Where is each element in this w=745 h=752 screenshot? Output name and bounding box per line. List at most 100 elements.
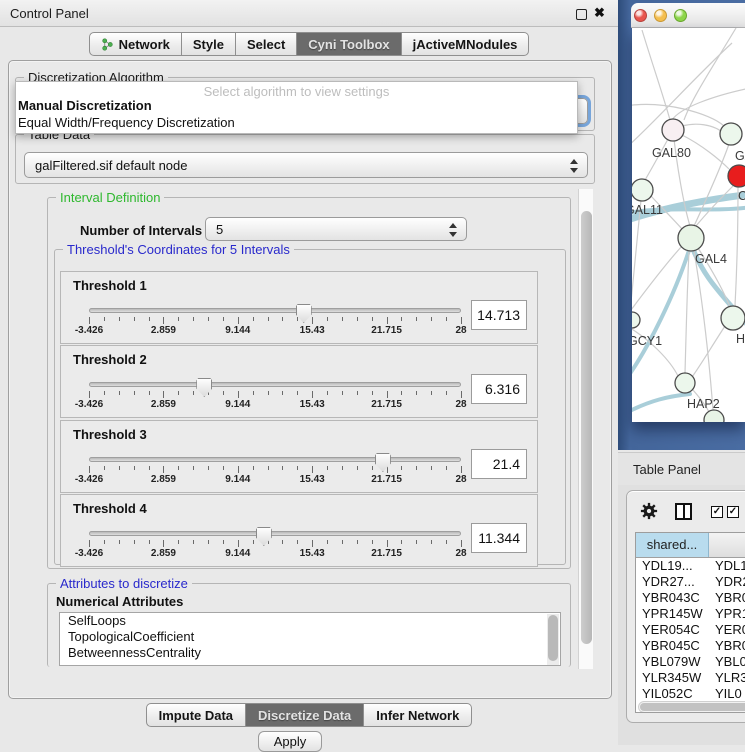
network-node-hap2[interactable] xyxy=(675,373,695,393)
network-node-gal11[interactable] xyxy=(632,179,653,201)
network-node-gal4[interactable] xyxy=(678,225,704,251)
slider-track[interactable] xyxy=(89,382,461,387)
list-item[interactable]: BetweennessCentrality xyxy=(60,645,560,661)
network-node-c[interactable] xyxy=(728,165,745,187)
tab-cyni-toolbox[interactable]: Cyni Toolbox xyxy=(297,32,401,56)
threshold-value-field[interactable]: 21.4 xyxy=(471,449,527,479)
tick-mark xyxy=(193,391,194,395)
network-node-ga[interactable] xyxy=(720,123,742,145)
tick-mark xyxy=(282,391,283,395)
table-row[interactable]: YIL052CYIL0 xyxy=(636,686,745,702)
network-edge[interactable] xyxy=(735,187,738,306)
tab-infer-network[interactable]: Infer Network xyxy=(364,703,472,727)
tick-mark xyxy=(342,540,343,544)
slider-track[interactable] xyxy=(89,457,461,462)
network-edge-thick[interactable] xyxy=(632,244,691,382)
network-edge[interactable] xyxy=(632,246,682,314)
node-label: HAP2 xyxy=(687,397,720,411)
table-row[interactable]: YBR043CYBR0 xyxy=(636,590,745,606)
attribute-items: SelfLoopsTopologicalCoefficientBetweenne… xyxy=(60,613,560,661)
scrollbar-thumb[interactable] xyxy=(548,615,558,661)
network-node[interactable] xyxy=(704,410,724,422)
network-node-gal80[interactable] xyxy=(662,119,684,141)
network-edge[interactable] xyxy=(685,251,689,373)
table-row[interactable]: YBR045CYBR0 xyxy=(636,638,745,654)
scrollbar-thumb[interactable] xyxy=(640,703,745,711)
table-horizontal-scrollbar[interactable] xyxy=(638,701,745,713)
tick-mark xyxy=(282,317,283,321)
threshold-label: Threshold 2 xyxy=(73,352,147,367)
apply-button[interactable]: Apply xyxy=(258,731,322,752)
table-row[interactable]: YER054CYER0 xyxy=(636,622,745,638)
threshold-slider[interactable]: -3.4262.8599.14415.4321.71528 xyxy=(89,453,461,489)
column-layout-icon[interactable] xyxy=(675,503,692,520)
column-header-shared-name[interactable]: shared... xyxy=(636,533,709,557)
network-edge[interactable] xyxy=(673,130,690,226)
tab-style[interactable]: Style xyxy=(182,32,236,56)
cell-shared-name: YDR27... xyxy=(636,574,709,590)
algorithm-option-equal-width-frequency-discretization[interactable]: Equal Width/Frequency Discretization xyxy=(18,115,235,130)
network-window-titlebar[interactable] xyxy=(631,3,745,28)
tick-mark xyxy=(431,540,432,544)
numerical-attributes-list[interactable]: SelfLoopsTopologicalCoefficientBetweenne… xyxy=(59,612,561,666)
attributes-list-scrollbar[interactable] xyxy=(547,614,559,666)
tick-mark xyxy=(149,391,150,395)
table-data-combobox[interactable]: galFiltered.sif default node xyxy=(24,152,588,178)
tab-network[interactable]: Network xyxy=(89,32,182,56)
threshold-slider[interactable]: -3.4262.8599.14415.4321.71528 xyxy=(89,378,461,414)
column-header-name[interactable]: na xyxy=(709,533,745,557)
network-edge[interactable] xyxy=(672,88,745,120)
checkbox-icon-2[interactable]: ✓ xyxy=(727,506,739,518)
threshold-slider[interactable]: -3.4262.8599.14415.4321.71528 xyxy=(89,527,461,563)
float-window-icon[interactable] xyxy=(576,9,587,20)
close-traffic-light[interactable] xyxy=(634,9,647,22)
table-data-value: galFiltered.sif default node xyxy=(35,158,187,173)
algorithm-option-manual-discretization[interactable]: Manual Discretization xyxy=(18,98,152,113)
tick-label: -3.426 xyxy=(75,399,103,410)
tab-jactivemnodules[interactable]: jActiveMNodules xyxy=(402,32,530,56)
threshold-value-field[interactable]: 11.344 xyxy=(471,523,527,553)
table-row[interactable]: YPR145WYPR1 xyxy=(636,606,745,622)
table-row[interactable]: YDR27...YDR2 xyxy=(636,574,745,590)
network-node-gcy1[interactable] xyxy=(632,312,640,328)
network-edge[interactable] xyxy=(692,326,725,377)
network-canvas[interactable]: GAL80GACGAL11GAL4GCY1HHAP2 xyxy=(632,28,745,422)
list-item[interactable]: SelfLoops xyxy=(60,613,560,629)
settings-vertical-scrollbar[interactable] xyxy=(578,189,593,669)
slider-track[interactable] xyxy=(89,531,461,536)
network-edge[interactable] xyxy=(642,30,670,120)
table-row[interactable]: YBL079WYBL0 xyxy=(636,654,745,670)
slider-track[interactable] xyxy=(89,308,461,313)
tick-mark xyxy=(297,391,298,395)
scrollbar-thumb[interactable] xyxy=(581,211,592,644)
list-item[interactable]: TopologicalCoefficient xyxy=(60,629,560,645)
gear-icon[interactable] xyxy=(640,502,658,520)
bottom-tab-bar: Impute DataDiscretize DataInfer Network xyxy=(0,703,618,727)
network-node-h[interactable] xyxy=(721,306,745,330)
tab-impute-data[interactable]: Impute Data xyxy=(146,703,246,727)
threshold-value-field[interactable]: 6.316 xyxy=(471,374,527,404)
tick-label: 21.715 xyxy=(371,399,402,410)
tick-label: 15.43 xyxy=(300,399,325,410)
tick-mark xyxy=(268,317,269,321)
threshold-value-field[interactable]: 14.713 xyxy=(471,300,527,330)
checkbox-icon-1[interactable]: ✓ xyxy=(711,506,723,518)
table-row[interactable]: YLR345WYLR3 xyxy=(636,670,745,686)
table-row[interactable]: YDL19...YDL1 xyxy=(636,558,745,574)
slider-ticks xyxy=(89,317,461,325)
zoom-traffic-light[interactable] xyxy=(674,9,687,22)
network-edge-thick[interactable] xyxy=(632,394,690,414)
network-edge[interactable] xyxy=(682,124,721,131)
threshold-slider[interactable]: -3.4262.8599.14415.4321.71528 xyxy=(89,304,461,340)
tab-discretize-data[interactable]: Discretize Data xyxy=(246,703,364,727)
table-data-group: Table Data galFiltered.sif default node xyxy=(15,134,595,184)
tick-mark xyxy=(193,540,194,544)
close-icon[interactable]: ✖ xyxy=(594,5,605,21)
tab-select[interactable]: Select xyxy=(236,32,297,56)
minimize-traffic-light[interactable] xyxy=(654,9,667,22)
number-of-intervals-combobox[interactable]: 5 xyxy=(205,217,467,241)
network-edge[interactable] xyxy=(694,144,729,226)
tick-mark xyxy=(119,466,120,470)
tick-mark xyxy=(253,466,254,470)
tick-mark xyxy=(312,391,313,398)
